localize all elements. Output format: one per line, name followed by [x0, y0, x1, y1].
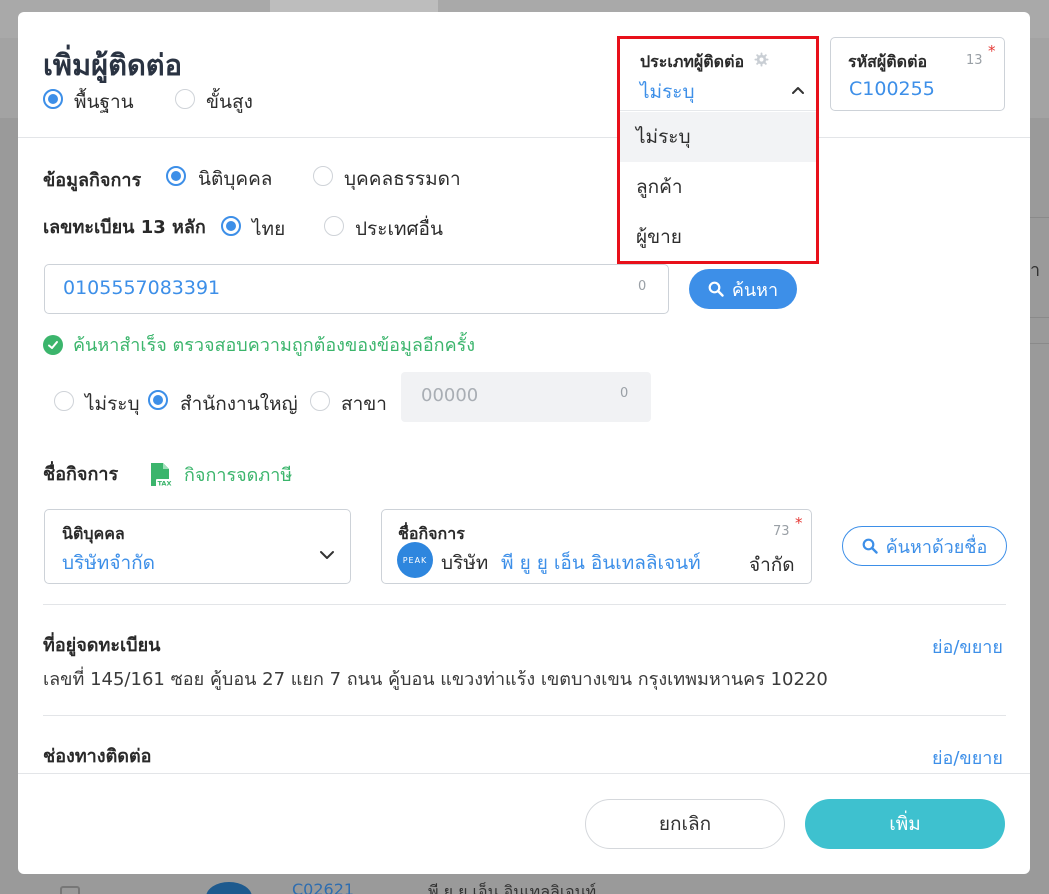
contact-type-label: ประเภทผู้ติดต่อ	[640, 52, 745, 71]
branch-label: สาขา	[341, 393, 387, 415]
contact-type-select[interactable]: ประเภทผู้ติดต่อ ไม่ระบุ	[620, 39, 816, 111]
branch-radio[interactable]	[310, 391, 330, 411]
peak-logo: PEAK	[397, 542, 433, 578]
chevron-down-icon	[320, 551, 334, 559]
tax-id-count: 0	[638, 279, 647, 294]
contact-code-label: รหัสผู้ติดต่อ	[848, 52, 928, 71]
business-name-field[interactable]: ชื่อกิจการ 73 * PEAK บริษัท พี ยู ยู เอ็…	[381, 509, 812, 584]
tax-id-input[interactable]: 0105557083391 0	[44, 264, 669, 314]
contact-type-option-customer[interactable]: ลูกค้า	[620, 162, 816, 212]
branch-unspecified-label: ไม่ระบุ	[85, 393, 140, 415]
juristic-label: นิติบุคคล	[198, 168, 273, 190]
chevron-up-icon	[792, 87, 804, 94]
contact-code-field[interactable]: รหัสผู้ติดต่อ 13 * C100255	[830, 37, 1005, 111]
contact-code-count: 13	[966, 53, 983, 68]
tax-id-value: 0105557083391	[63, 277, 221, 299]
individual-radio[interactable]	[313, 166, 333, 186]
other-country-radio[interactable]	[324, 216, 344, 236]
entity-type-value: บริษัทจำกัด	[62, 552, 155, 574]
mode-basic-radio[interactable]	[43, 89, 63, 109]
search-button[interactable]: ค้นหา	[689, 269, 797, 309]
tax-id-label: เลขทะเบียน 13 หลัก	[43, 217, 206, 238]
search-by-name-button[interactable]: ค้นหาด้วยชื่อ	[842, 526, 1007, 566]
background-line	[1030, 217, 1049, 218]
search-icon	[708, 281, 724, 297]
search-button-label: ค้นหา	[731, 279, 779, 301]
background-row: C02621 พี ยู ยู เอ็น อินเทลลิเจนท์	[0, 874, 1049, 894]
individual-label: บุคคลธรรมดา	[344, 168, 461, 190]
entity-type-select[interactable]: นิติบุคคล บริษัทจำกัด	[44, 509, 351, 584]
contact-type-option-vendor[interactable]: ผู้ขาย	[620, 212, 816, 262]
required-mark: *	[988, 42, 996, 60]
svg-text:TAX: TAX	[158, 479, 172, 487]
contact-type-dropdown[interactable]: ประเภทผู้ติดต่อ ไม่ระบุ ไม่ระบุ ลูกค้า ผ…	[617, 36, 819, 264]
background-line	[1030, 343, 1049, 344]
check-circle-icon	[43, 334, 63, 355]
search-icon	[862, 538, 878, 554]
cancel-button[interactable]: ยกเลิก	[585, 799, 785, 849]
background-checkbox	[60, 886, 80, 894]
background-code: C02621	[292, 880, 355, 894]
background-avatar	[206, 882, 252, 894]
contact-code-value: C100255	[849, 78, 935, 100]
footer-divider	[18, 773, 1030, 774]
address-toggle-link[interactable]: ย่อ/ขยาย	[932, 632, 1003, 661]
search-by-name-label: ค้นหาด้วยชื่อ	[885, 536, 988, 558]
head-office-label: สำนักงานใหญ่	[180, 393, 298, 415]
address-label: ที่อยู่จดทะเบียน	[43, 635, 161, 656]
background-tab	[270, 0, 438, 12]
success-message: ค้นหาสำเร็จ ตรวจสอบความถูกต้องของข้อมูลอ…	[43, 330, 475, 359]
gear-icon[interactable]	[754, 52, 769, 67]
thai-label: ไทย	[252, 218, 286, 240]
other-country-label: ประเทศอื่น	[355, 218, 443, 240]
juristic-radio[interactable]	[166, 166, 186, 186]
modal-title: เพิ่มผู้ติดต่อ	[43, 48, 183, 82]
header-divider	[18, 137, 1030, 138]
business-name-value: พี ยู ยู เอ็น อินเทลลิเจนท์	[501, 552, 701, 574]
mode-advanced-radio[interactable]	[175, 89, 195, 109]
add-button[interactable]: เพิ่ม	[805, 799, 1005, 849]
mode-advanced-label: ขั้นสูง	[206, 91, 253, 113]
background-name: พี ยู ยู เอ็น อินเทลลิเจนท์	[428, 882, 597, 894]
branch-number-count: 0	[620, 386, 629, 401]
mode-basic-label: พื้นฐาน	[74, 91, 134, 113]
channels-toggle-link[interactable]: ย่อ/ขยาย	[932, 743, 1003, 772]
head-office-radio[interactable]	[148, 390, 168, 410]
branch-number-input[interactable]: 00000 0	[401, 372, 651, 422]
contact-channels-label: ช่องทางติดต่อ	[43, 746, 152, 767]
entity-type-label: นิติบุคคล	[62, 524, 125, 543]
tax-registered-link[interactable]: TAX กิจการจดภาษี	[148, 460, 292, 489]
business-name-prefix: บริษัท	[441, 552, 489, 574]
section-divider	[43, 715, 1006, 716]
thai-radio[interactable]	[221, 216, 241, 236]
branch-unspecified-radio[interactable]	[54, 391, 74, 411]
business-info-label: ข้อมูลกิจการ	[43, 170, 142, 191]
address-value: เลขที่ 145/161 ซอย คู้บอน 27 แยก 7 ถนน ค…	[43, 669, 828, 690]
contact-type-value: ไม่ระบุ	[640, 81, 695, 103]
business-name-count: 73	[773, 524, 790, 539]
business-name-suffix: จำกัด	[749, 554, 795, 576]
required-mark: *	[795, 514, 803, 532]
add-contact-modal: เพิ่มผู้ติดต่อ พื้นฐาน ขั้นสูง รหัสผู้ติ…	[18, 12, 1030, 874]
business-name-section-label: ชื่อกิจการ	[43, 464, 119, 485]
success-text: ค้นหาสำเร็จ ตรวจสอบความถูกต้องของข้อมูลอ…	[73, 335, 476, 356]
branch-number-placeholder: 00000	[421, 385, 479, 406]
background-right-text: า	[1030, 260, 1041, 281]
tax-registered-label: กิจการจดภาษี	[184, 465, 293, 486]
contact-type-option-unspecified[interactable]: ไม่ระบุ	[620, 112, 816, 162]
section-divider	[43, 604, 1006, 605]
background-line	[1030, 317, 1049, 318]
tax-document-icon: TAX	[151, 462, 173, 487]
